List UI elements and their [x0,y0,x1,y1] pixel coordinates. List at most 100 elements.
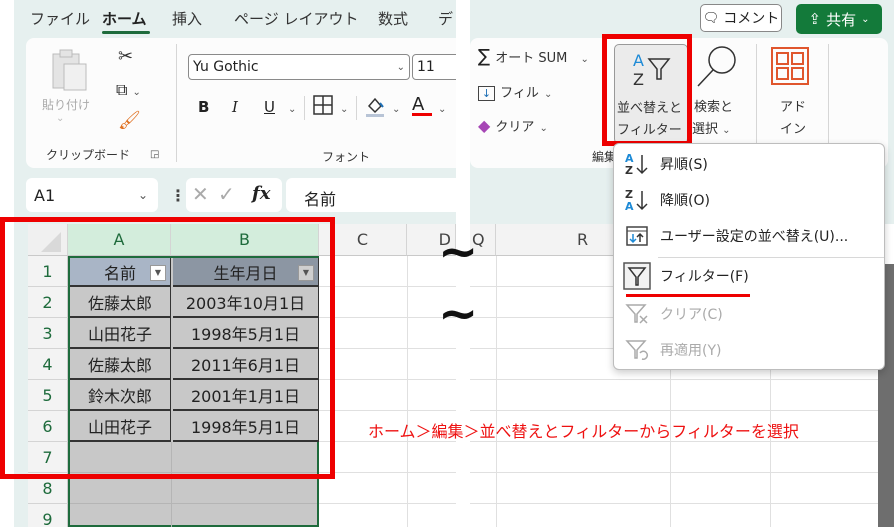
borders-dropdown-icon[interactable]: ⌄ [340,104,348,115]
grid-line [496,256,497,527]
paste-dropdown-icon: ⌄ [56,113,65,124]
grid-line [319,348,456,349]
menu-item-filter[interactable]: フィルター(F) [614,258,884,294]
font-name-value: Yu Gothic [193,59,259,75]
reapply-filter-icon [614,338,660,362]
clipboard-icon [52,49,87,91]
clear-button[interactable]: ◆ クリア ⌄ [478,116,548,135]
tab-home[interactable]: ホーム [102,8,147,29]
active-tab-underline [102,31,150,34]
search-icon [697,46,736,87]
fill-color-dropdown-icon[interactable]: ⌄ [392,104,400,115]
grid-line [319,286,456,287]
omission-mark: ~ [438,224,479,280]
name-box[interactable]: A1 ⌄ [26,178,158,212]
find-label-2: 選択 ⌄ [692,122,731,137]
chevron-down-icon: ⌄ [455,62,456,73]
add-ins-icon [771,47,809,85]
tab-insert[interactable]: 挿入 [172,8,202,29]
font-size-value: 11 [417,59,435,75]
grid-line [319,503,456,504]
clipboard-group-label: クリップボード [46,148,131,162]
add-ins-button[interactable]: アド イン [766,46,816,146]
menu-item-sort-descending[interactable]: ZA 降順(O) [614,182,884,218]
grid-line [319,317,456,318]
grid-line [470,503,878,504]
underline-button[interactable]: U [264,98,275,116]
formula-content: 名前 [304,190,337,209]
grid-line [70,503,317,504]
find-select-button[interactable]: 検索と 選択 ⌄ [692,44,742,144]
menu-item-label: ユーザー設定の並べ替え(U)... [660,229,849,245]
menu-item-label: クリア(C) [660,307,723,323]
share-label: 共有 [826,10,857,29]
filter-icon [614,262,660,290]
clear-label: クリア [495,120,535,135]
fill-bucket-icon [366,97,384,117]
copy-icon: ⧉ [116,80,128,99]
font-name-combo[interactable]: Yu Gothic ⌄ [188,54,410,80]
tab-file[interactable]: ファイル [30,8,90,29]
svg-text:Z: Z [625,164,633,177]
cancel-icon[interactable]: ✕ [192,182,209,206]
autosum-label: オート SUM [495,51,568,66]
comment-button[interactable]: 🗨 コメント [700,4,782,32]
fill-button[interactable]: ↓ フィル ⌄ [478,82,552,101]
autosum-button[interactable]: ∑ オート SUM ⌄ [478,46,589,67]
font-color-button[interactable]: A [412,94,432,116]
grid-line [319,379,456,380]
eraser-icon: ◆ [478,116,491,135]
dialog-launcher-icon[interactable]: ◲ [150,149,159,160]
font-color-icon: A [412,94,425,115]
grid-line [319,472,456,473]
tab-page-layout[interactable]: ページ レイアウト [234,8,358,29]
comment-icon: 🗨 [702,10,720,26]
chevron-down-icon: ⌄ [580,54,589,65]
paste-button[interactable]: 貼り付け ⌄ [42,48,90,124]
table-highlight-box [0,217,335,479]
grid-line [470,379,878,380]
chevron-down-icon: ⌄ [861,13,870,25]
sort-ascending-icon: AZ [614,151,660,177]
chevron-down-icon: ⌄ [396,61,405,73]
bold-button[interactable]: B [198,98,209,116]
tab-data[interactable]: デ [438,8,453,29]
paste-label: 貼り付け [42,98,91,112]
underline-dropdown-icon[interactable]: ⌄ [288,104,296,115]
menu-item-custom-sort[interactable]: ユーザー設定の並べ替え(U)... [614,218,884,254]
chevron-down-icon: ⌄ [543,89,553,100]
menu-item-label: 降順(O) [660,193,710,209]
tab-formulas[interactable]: 数式 [378,8,408,29]
find-label-1: 検索と [694,100,734,115]
clear-filter-icon [614,302,660,326]
name-box-value: A1 [34,186,56,205]
formula-input[interactable]: 名前 [286,178,456,212]
borders-button[interactable] [312,94,334,120]
chevron-down-icon: ⌄ [138,188,149,202]
grid-line [470,472,878,473]
font-color-dropdown-icon[interactable]: ⌄ [438,104,446,115]
copy-button[interactable]: ⧉ ⌄ [116,80,141,100]
format-painter-icon[interactable]: 🖌 [118,110,141,131]
font-size-combo[interactable]: 11 ⌄ [412,54,456,80]
custom-sort-icon [614,225,660,247]
fill-color-button[interactable] [364,94,386,122]
menu-item-label: 再適用(Y) [660,343,722,359]
add-ins-label-1: アド [780,100,807,115]
menu-item-label: 昇順(S) [660,157,708,173]
separator [304,96,305,120]
share-button[interactable]: ⇪ 共有 ⌄ [796,4,882,34]
italic-button[interactable]: I [232,98,238,116]
add-ins-label-2: イン [780,122,807,137]
font-group-label: フォント [322,150,371,164]
insert-function-icon[interactable]: fx [252,183,270,204]
enter-icon[interactable]: ✓ [218,182,235,206]
fill-down-icon: ↓ [478,86,495,101]
menu-item-sort-ascending[interactable]: AZ 昇順(S) [614,146,884,182]
menu-item-reapply[interactable]: 再適用(Y) [614,332,884,368]
cut-icon[interactable]: ✂ [118,46,133,67]
sort-descending-icon: ZA [614,187,660,213]
more-icon[interactable]: ⋮ [170,186,186,205]
menu-item-clear-filter[interactable]: クリア(C) [614,296,884,332]
row-header-9[interactable]: 9 [28,504,68,527]
